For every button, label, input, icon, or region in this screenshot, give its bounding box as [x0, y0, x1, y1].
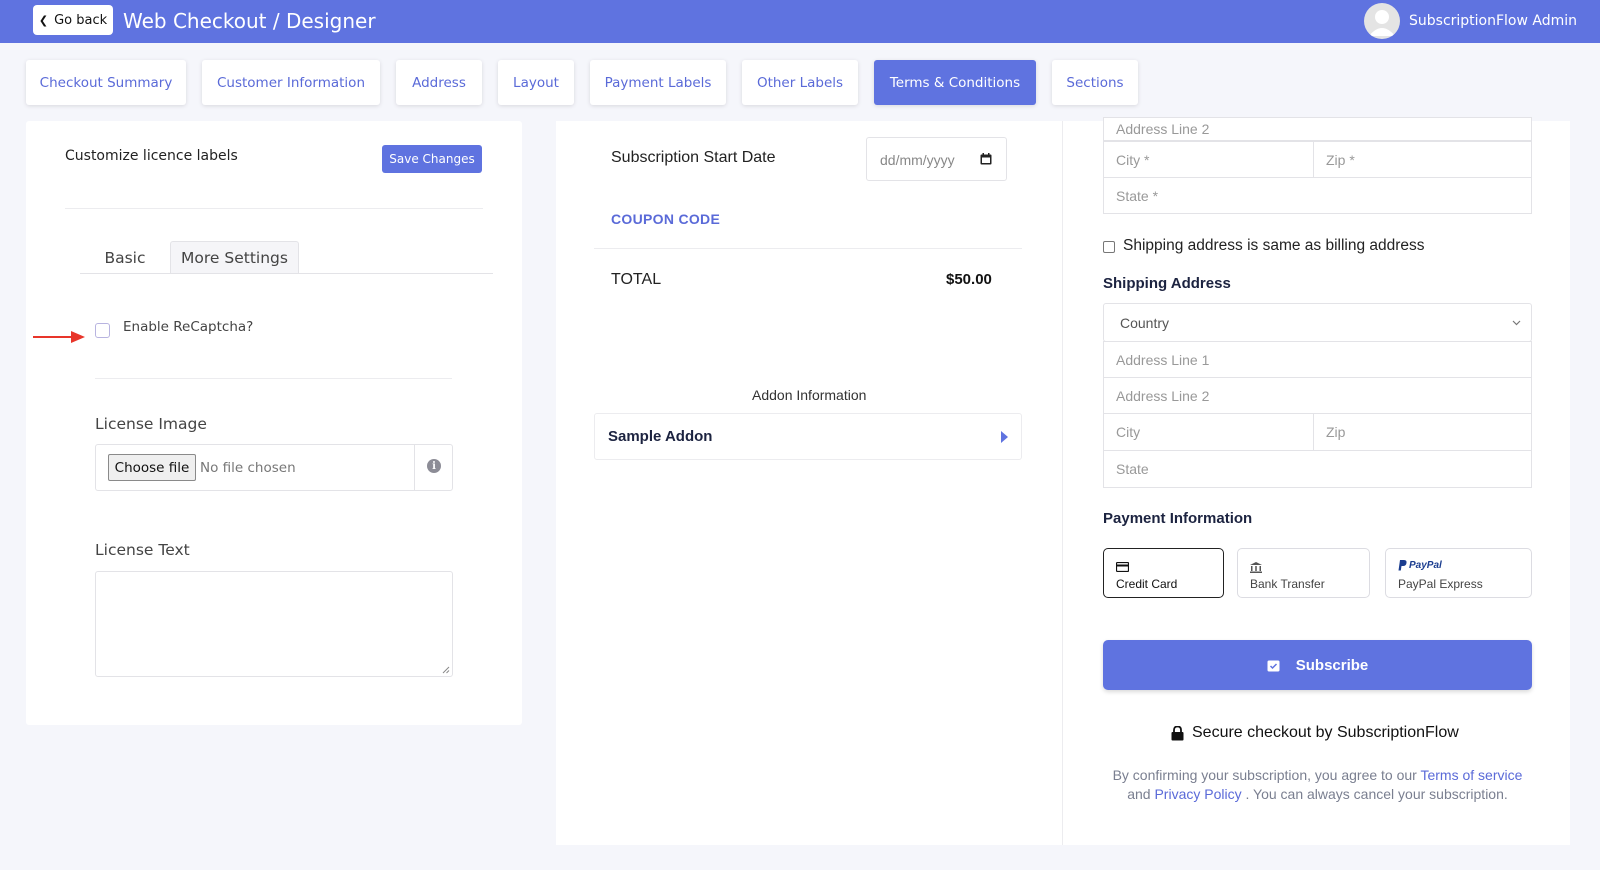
annotation-arrow-icon: [33, 331, 85, 343]
chevron-down-icon: [1512, 320, 1521, 326]
shipping-address-line-1-field[interactable]: Address Line 1: [1103, 341, 1532, 378]
billing-city-field[interactable]: City *: [1103, 141, 1314, 178]
subtab-basic[interactable]: Basic: [80, 241, 170, 274]
checkout-summary-preview: Subscription Start Date dd/mm/yyyy COUPO…: [556, 121, 1062, 845]
tab-other-labels[interactable]: Other Labels: [742, 60, 858, 105]
divider: [594, 248, 1022, 249]
same-as-billing-label: Shipping address is same as billing addr…: [1123, 237, 1425, 254]
shipping-address-line-2-field[interactable]: Address Line 2: [1103, 377, 1532, 414]
license-image-label: License Image: [95, 415, 207, 433]
country-select-value: Country: [1120, 314, 1170, 331]
payment-method-label: PayPal Express: [1398, 577, 1483, 591]
shipping-state-field[interactable]: State: [1103, 450, 1532, 488]
calendar-icon[interactable]: [980, 153, 992, 165]
addon-name: Sample Addon: [608, 428, 713, 445]
legal-text: . You can always cancel your subscriptio…: [1245, 786, 1508, 802]
paypal-logo-text: PayPal: [1409, 560, 1442, 571]
top-header: ❮ Go back Web Checkout / Designer Subscr…: [0, 0, 1600, 43]
enable-recaptcha-checkbox[interactable]: [95, 323, 110, 338]
subscribe-label: Subscribe: [1295, 656, 1369, 674]
calendar-check-icon: [1267, 660, 1280, 671]
avatar[interactable]: [1364, 3, 1400, 39]
address-payment-preview: Address Line 2 City * Zip * State * Ship…: [1062, 117, 1570, 845]
payment-method-label: Bank Transfer: [1250, 577, 1325, 591]
shipping-address-heading: Shipping Address: [1103, 275, 1231, 292]
shipping-zip-field[interactable]: Zip: [1313, 413, 1532, 451]
subtab-more-settings[interactable]: More Settings: [170, 241, 299, 274]
paypal-mark-icon: [1398, 560, 1407, 571]
go-back-label: Go back: [54, 12, 108, 28]
tab-layout[interactable]: Layout: [498, 60, 574, 105]
chevron-left-icon: ❮: [38, 13, 49, 27]
legal-text: and: [1127, 786, 1151, 802]
tab-customer-information[interactable]: Customer Information: [202, 60, 380, 105]
billing-zip-field[interactable]: Zip *: [1313, 141, 1532, 178]
payment-method-bank-transfer[interactable]: Bank Transfer: [1237, 548, 1370, 598]
total-label: TOTAL: [611, 271, 662, 288]
subscribe-button[interactable]: Subscribe: [1103, 640, 1532, 690]
tab-terms-conditions[interactable]: Terms & Conditions: [874, 60, 1036, 105]
license-text-label: License Text: [95, 541, 190, 559]
user-icon: [1369, 10, 1395, 36]
divider: [95, 378, 452, 379]
payment-method-label: Credit Card: [1116, 577, 1178, 591]
licence-card-heading: Customize licence labels: [65, 148, 238, 164]
enable-recaptcha-label: Enable ReCaptcha?: [123, 319, 254, 335]
user-name[interactable]: SubscriptionFlow Admin: [1409, 13, 1577, 29]
info-icon[interactable]: i: [427, 459, 441, 473]
paypal-icon: PayPal: [1398, 560, 1442, 571]
save-changes-button[interactable]: Save Changes: [382, 145, 482, 173]
divider: [414, 445, 415, 490]
licence-settings-card: Customize licence labels Save Changes Ba…: [26, 121, 522, 725]
shipping-city-field[interactable]: City: [1103, 413, 1314, 451]
license-image-upload: Choose file No file chosen i: [95, 444, 453, 491]
addon-information-heading: Addon Information: [752, 387, 867, 403]
secure-checkout-text: Secure checkout by SubscriptionFlow: [1192, 724, 1459, 741]
total-value: $50.00: [946, 271, 992, 288]
tab-address[interactable]: Address: [396, 60, 482, 105]
credit-card-icon: [1116, 562, 1129, 572]
lock-icon: [1171, 725, 1184, 740]
subscription-start-date-label: Subscription Start Date: [611, 149, 776, 166]
payment-information-heading: Payment Information: [1103, 510, 1253, 527]
choose-file-button[interactable]: Choose file: [108, 454, 196, 481]
coupon-code-link[interactable]: COUPON CODE: [611, 211, 720, 227]
page-title: Web Checkout / Designer: [123, 9, 376, 33]
date-placeholder: dd/mm/yyyy: [880, 152, 955, 168]
tab-payment-labels[interactable]: Payment Labels: [590, 60, 726, 105]
tab-sections[interactable]: Sections: [1052, 60, 1138, 105]
go-back-button[interactable]: ❮ Go back: [33, 5, 113, 35]
secure-checkout-note: Secure checkout by SubscriptionFlow: [1171, 724, 1459, 742]
privacy-policy-link[interactable]: Privacy Policy: [1154, 786, 1241, 802]
divider: [65, 208, 483, 209]
same-as-billing-checkbox[interactable]: [1103, 241, 1115, 253]
bank-icon: [1250, 562, 1262, 573]
payment-method-paypal-express[interactable]: PayPal PayPal Express: [1385, 548, 1532, 598]
start-date-input[interactable]: dd/mm/yyyy: [866, 137, 1007, 181]
addon-row[interactable]: Sample Addon: [594, 413, 1022, 460]
terms-of-service-link[interactable]: Terms of service: [1420, 767, 1522, 783]
legal-notice: By confirming your subscription, you agr…: [1103, 766, 1532, 804]
resize-grip-icon[interactable]: [442, 666, 450, 674]
tab-checkout-summary[interactable]: Checkout Summary: [26, 60, 186, 105]
shipping-country-select[interactable]: Country: [1103, 303, 1532, 342]
billing-state-field[interactable]: State *: [1103, 177, 1532, 214]
caret-right-icon: [1001, 431, 1008, 443]
billing-address-line-2-field[interactable]: Address Line 2: [1103, 117, 1532, 141]
legal-text: By confirming your subscription, you agr…: [1112, 767, 1417, 783]
license-text-input[interactable]: [95, 571, 453, 677]
subtabs-underline: [80, 273, 493, 274]
file-status: No file chosen: [200, 460, 296, 476]
payment-method-credit-card[interactable]: Credit Card: [1103, 548, 1224, 598]
